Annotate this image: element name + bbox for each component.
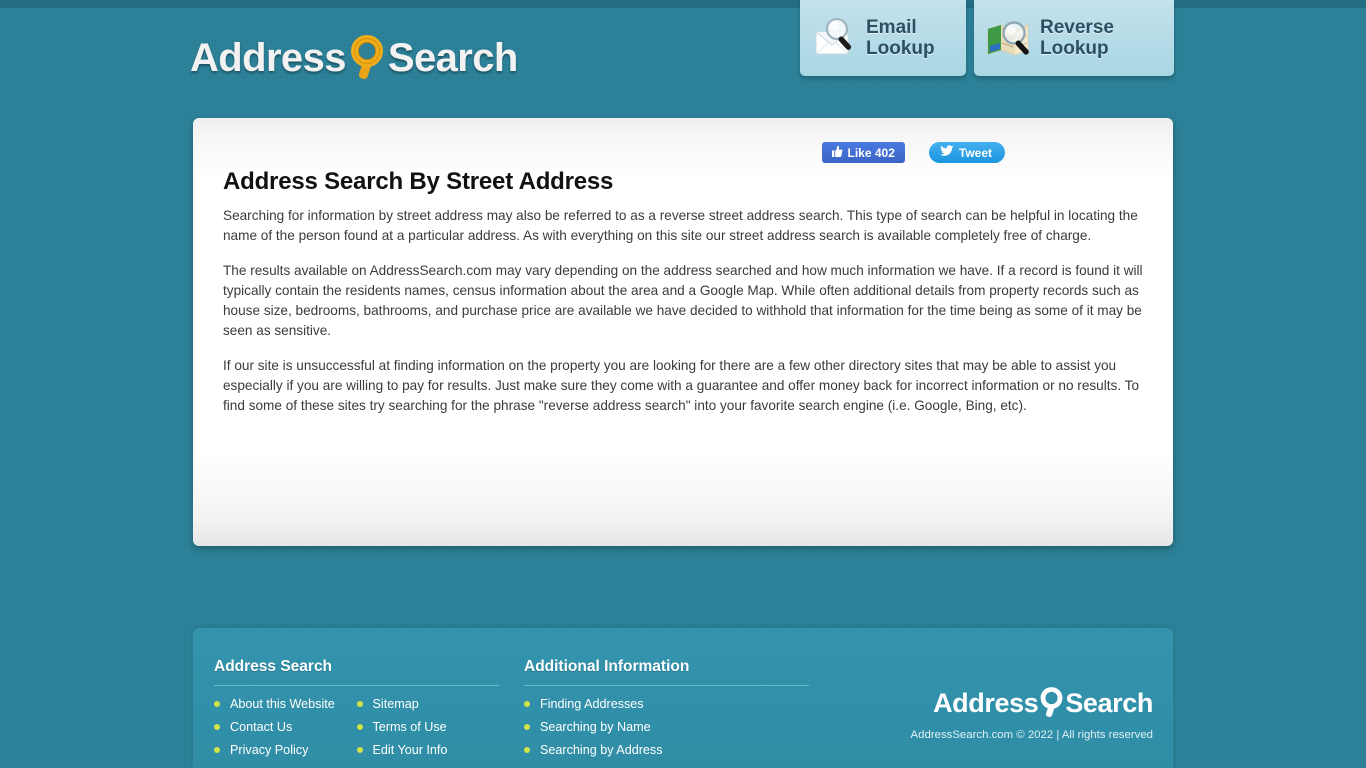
footer-link-sitemap[interactable]: Sitemap — [373, 697, 419, 711]
bullet-icon — [356, 724, 363, 730]
twitter-tweet-label: Tweet — [958, 145, 992, 160]
list-item[interactable]: Privacy Policy — [214, 743, 357, 757]
list-item[interactable]: About this Website — [214, 697, 357, 711]
footer-column-additional-information: Additional Information Finding Addresses… — [524, 658, 809, 766]
facebook-like-label: Like 402 — [847, 145, 895, 160]
logo-text-search: Search — [387, 36, 518, 80]
magnifier-icon — [347, 35, 387, 81]
social-share-row: Like 402 Tweet — [821, 142, 1005, 163]
site-logo[interactable]: Address Search — [190, 30, 518, 86]
main-content-panel: Like 402 Tweet Address Search By Street … — [193, 118, 1173, 546]
article-body: Searching for information by street addr… — [223, 206, 1148, 431]
tab-reverse-lookup-label: Reverse Lookup — [1040, 16, 1114, 59]
footer-link-list-c: Finding Addresses Searching by Name Sear… — [524, 697, 764, 766]
tab-reverse-lookup[interactable]: Reverse Lookup — [974, 0, 1174, 76]
list-item[interactable]: Contact Us — [214, 720, 357, 734]
footer-link-about-this-website[interactable]: About this Website — [230, 697, 335, 711]
list-item[interactable]: Searching by Name — [524, 720, 764, 734]
copyright-text: AddressSearch.com © 2022 | All rights re… — [910, 729, 1153, 741]
footer-link-privacy-policy[interactable]: Privacy Policy — [230, 743, 308, 757]
footer-logo-text-search: Search — [1065, 687, 1153, 718]
tab-email-lookup-label: Email Lookup — [866, 16, 935, 59]
envelope-magnifier-icon — [812, 16, 858, 60]
footer-link-terms-of-use[interactable]: Terms of Use — [373, 720, 447, 734]
footer-link-list-a: About this Website Contact Us Privacy Po… — [214, 697, 357, 766]
footer-heading-additional-information: Additional Information — [524, 658, 809, 686]
footer-heading-address-search: Address Search — [214, 658, 499, 686]
thumbs-up-icon — [830, 145, 843, 161]
header-tabs: Email Lookup Reverse Lookup — [800, 0, 1174, 76]
bullet-icon — [214, 701, 220, 707]
footer-brand: Address Search AddressSearch.com © 2022 … — [863, 686, 1153, 741]
map-magnifier-icon — [986, 16, 1032, 60]
bullet-icon — [356, 747, 363, 753]
magnifier-icon — [1038, 687, 1065, 719]
bullet-icon — [524, 724, 530, 730]
footer-link-contact-us[interactable]: Contact Us — [230, 720, 292, 734]
bullet-icon — [524, 701, 530, 707]
paragraph-3: If our site is unsuccessful at finding i… — [223, 358, 1140, 413]
bullet-icon — [214, 747, 220, 753]
list-item[interactable]: Terms of Use — [356, 720, 500, 734]
bullet-icon — [524, 747, 530, 753]
site-header: Address Search Email Lookup Reverse Look… — [0, 0, 1366, 110]
facebook-like-button[interactable]: Like 402 — [821, 142, 905, 163]
footer-link-searching-by-address[interactable]: Searching by Address — [540, 743, 663, 757]
paragraph-1: Searching for information by street addr… — [223, 208, 1138, 243]
footer-logo-text-address: Address — [933, 687, 1039, 718]
bullet-icon — [356, 701, 363, 707]
paragraph-2: The results available on AddressSearch.c… — [223, 263, 1143, 338]
site-footer: Address Search About this Website Contac… — [193, 628, 1173, 768]
footer-column-address-search: Address Search About this Website Contac… — [214, 658, 499, 766]
twitter-tweet-button[interactable]: Tweet — [928, 142, 1005, 163]
list-item[interactable]: Searching by Address — [524, 743, 764, 757]
list-item[interactable]: Edit Your Info — [356, 743, 500, 757]
footer-link-edit-your-info[interactable]: Edit Your Info — [373, 743, 448, 757]
footer-link-searching-by-name[interactable]: Searching by Name — [540, 720, 651, 734]
list-item[interactable]: Sitemap — [356, 697, 500, 711]
tab-email-lookup[interactable]: Email Lookup — [800, 0, 966, 76]
list-item[interactable]: Finding Addresses — [524, 697, 764, 711]
twitter-bird-icon — [940, 145, 954, 160]
page-title: Address Search By Street Address — [223, 168, 614, 195]
logo-text-address: Address — [190, 36, 346, 80]
bullet-icon — [214, 724, 220, 730]
footer-link-list-b: Sitemap Terms of Use Edit Your Info — [356, 697, 500, 766]
footer-logo[interactable]: Address Search — [863, 686, 1153, 720]
footer-link-finding-addresses[interactable]: Finding Addresses — [540, 697, 644, 711]
